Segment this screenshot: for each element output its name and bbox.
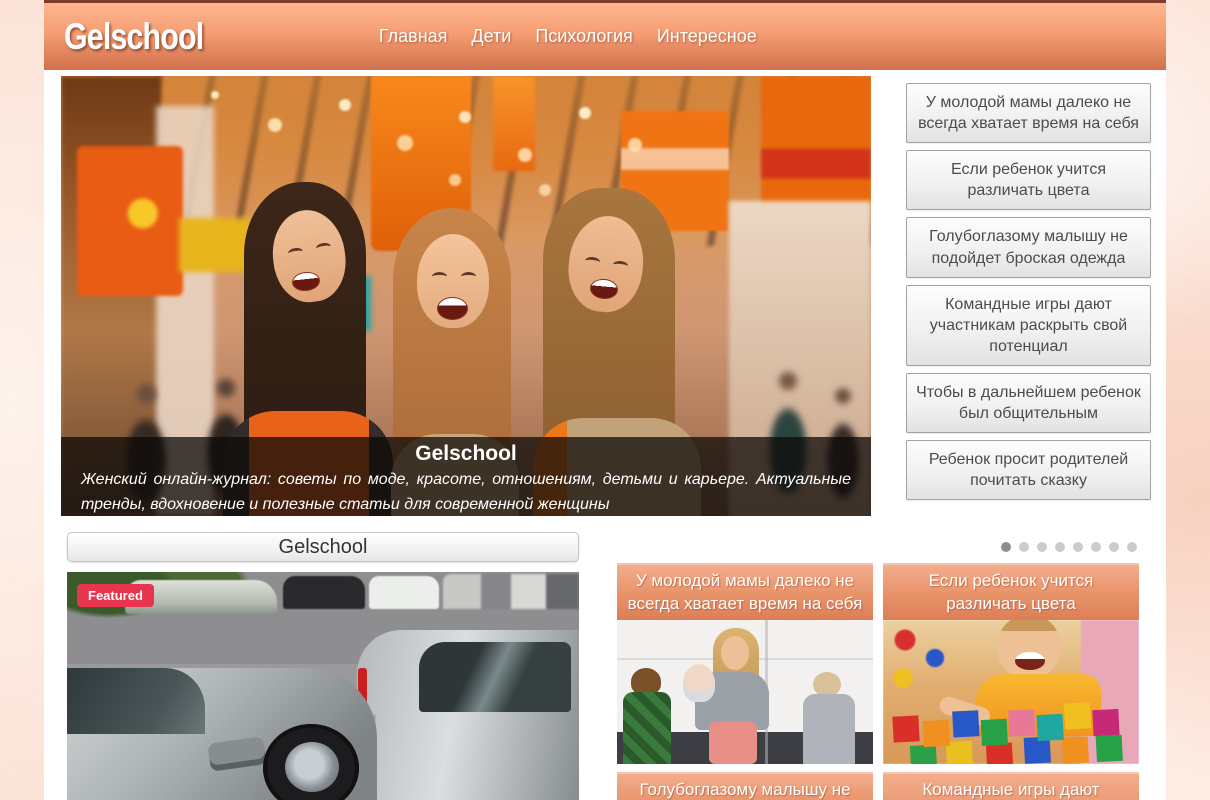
pagination-dot[interactable]: [1109, 542, 1119, 552]
sidebar: У молодой мамы далеко не всегда хватает …: [906, 76, 1151, 516]
content-area: Gelschool Женский онлайн-журнал: советы …: [44, 70, 1166, 800]
featured-art-parked-white-car: [369, 576, 439, 609]
article-card-title: Если ребенок учится различать цвета: [883, 563, 1139, 620]
hero-woman-middle-eye: [432, 272, 447, 281]
bottom-row: Gelschool Featured: [61, 532, 1151, 800]
hero-art-left-sign: [77, 146, 183, 296]
card-art-baby: [683, 664, 715, 702]
nav-item-interesting[interactable]: Интересное: [657, 26, 757, 47]
article-cards-grid: У молодой мамы далеко не всегда хватает …: [617, 563, 1139, 800]
site-logo[interactable]: Gelschool: [64, 16, 203, 58]
hero-art-right-sign: [761, 76, 871, 206]
article-card-team-games[interactable]: Командные игры дают участникам раскрыть …: [883, 772, 1139, 800]
featured-art-left-car-windshield: [67, 668, 205, 734]
featured-art-wheel-rim: [285, 742, 339, 792]
hero-woman-middle-eye: [461, 272, 476, 281]
featured-art-right-car-window: [419, 642, 571, 712]
card-art-mother-face: [721, 636, 749, 670]
article-card-image-blocks: [883, 620, 1139, 764]
featured-badge: Featured: [77, 584, 154, 607]
sidebar-item-young-mom[interactable]: У молодой мамы далеко не всегда хватает …: [906, 83, 1151, 143]
sidebar-item-colors[interactable]: Если ребенок учится различать цвета: [906, 150, 1151, 210]
pagination-dot[interactable]: [1091, 542, 1101, 552]
pagination-dot[interactable]: [1019, 542, 1029, 552]
left-column: Gelschool Featured: [67, 532, 579, 800]
main-nav: Главная Дети Психология Интересное: [379, 26, 757, 47]
nav-item-psychology[interactable]: Психология: [535, 26, 633, 47]
pagination-dot[interactable]: [1037, 542, 1047, 552]
card-art-boy-shirt: [623, 692, 671, 764]
hero-banner: Gelschool Женский онлайн-журнал: советы …: [61, 76, 871, 516]
hero-woman-middle-smile: [437, 297, 468, 320]
site-header: Gelschool Главная Дети Психология Интере…: [44, 0, 1166, 70]
hero-caption: Gelschool Женский онлайн-журнал: советы …: [61, 437, 871, 516]
article-card-title: Голубоглазому малышу не подойдет броская…: [617, 772, 873, 800]
article-card-colors[interactable]: Если ребенок учится различать цвета: [883, 563, 1139, 764]
card-art-boy-hair: [631, 668, 661, 695]
hero-art-orange-banner-small: [493, 76, 535, 171]
card-art-colorful-blocks: [892, 716, 919, 743]
carousel-pagination: [617, 542, 1137, 552]
nav-item-home[interactable]: Главная: [379, 26, 448, 47]
article-card-image-mother: [617, 620, 873, 764]
featured-art-parked-black-car: [283, 576, 365, 609]
hero-art-yellow-sign: [179, 218, 251, 272]
article-card-young-mom[interactable]: У молодой мамы далеко не всегда хватает …: [617, 563, 873, 764]
featured-article-image[interactable]: Featured: [67, 572, 579, 800]
pagination-dot[interactable]: [1127, 542, 1137, 552]
sidebar-item-fairytale[interactable]: Ребенок просит родителей почитать сказку: [906, 440, 1151, 500]
article-card-title: У молодой мамы далеко не всегда хватает …: [617, 563, 873, 620]
hero-art-ceiling-lights: [211, 91, 219, 99]
pagination-dot-active[interactable]: [1001, 542, 1011, 552]
card-art-mother-pants: [709, 722, 757, 764]
hero-description: Женский онлайн-журнал: советы по моде, к…: [81, 468, 851, 516]
article-card-title: Командные игры дают участникам раскрыть …: [883, 772, 1139, 800]
sidebar-item-team-games[interactable]: Командные игры дают участникам раскрыть …: [906, 285, 1151, 366]
section-heading: Gelschool: [67, 532, 579, 562]
hero-title: Gelschool: [81, 442, 851, 466]
nav-item-children[interactable]: Дети: [471, 26, 511, 47]
sidebar-item-sociable[interactable]: Чтобы в дальнейшем ребенок был общительн…: [906, 373, 1151, 433]
card-art-toddler-body: [803, 694, 855, 764]
top-row: Gelschool Женский онлайн-журнал: советы …: [61, 76, 1151, 516]
card-art-child-shirt: [975, 674, 1101, 736]
pagination-dot[interactable]: [1055, 542, 1065, 552]
right-column: У молодой мамы далеко не всегда хватает …: [617, 532, 1139, 800]
featured-art-parked-cars-row: [443, 574, 579, 609]
pagination-dot[interactable]: [1073, 542, 1083, 552]
page-container: Gelschool Главная Дети Психология Интере…: [44, 0, 1166, 800]
article-card-blue-eyed[interactable]: Голубоглазому малышу не подойдет броская…: [617, 772, 873, 800]
sidebar-item-blue-eyed[interactable]: Голубоглазому малышу не подойдет броская…: [906, 217, 1151, 277]
